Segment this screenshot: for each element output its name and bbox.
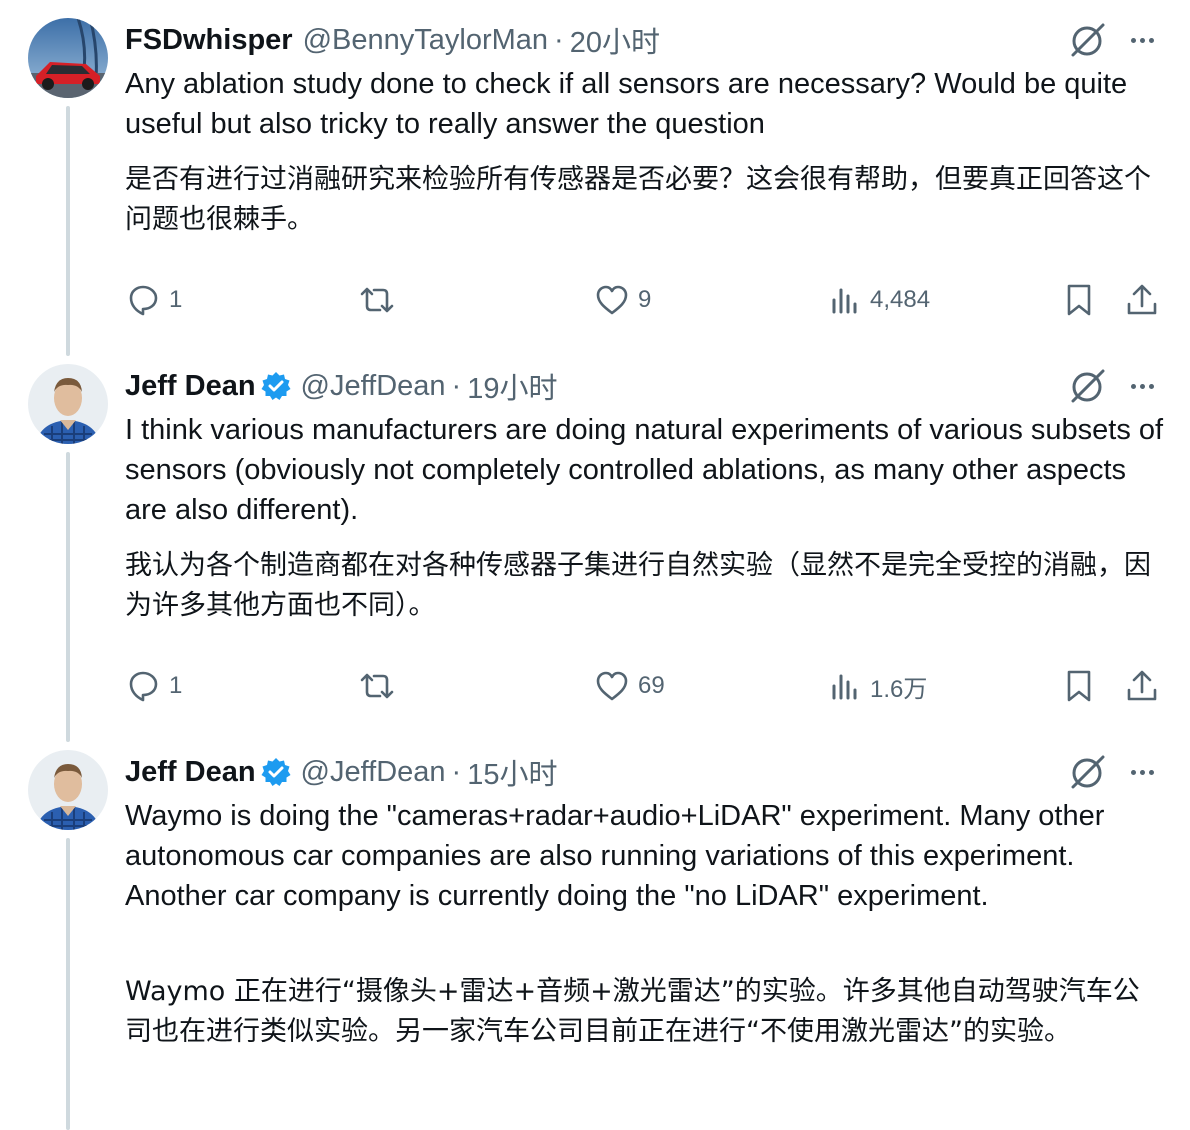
- display-name[interactable]: Jeff Dean: [125, 370, 256, 403]
- tweet-header: Jeff Dean @JeffDean · 15小时: [125, 752, 557, 792]
- separator: ·: [451, 369, 462, 402]
- like-count: 9: [638, 286, 652, 313]
- bookmark-icon: [1067, 284, 1091, 316]
- bookmark-button[interactable]: [1064, 666, 1094, 706]
- timestamp[interactable]: 19小时: [467, 365, 557, 407]
- share-icon: [1127, 284, 1157, 315]
- bookmark-button[interactable]: [1064, 280, 1094, 320]
- reply-count: 1: [169, 672, 183, 699]
- grok-icon[interactable]: [1068, 20, 1108, 60]
- views-count: 4,484: [870, 286, 931, 313]
- user-handle[interactable]: @BennyTaylorMan: [303, 24, 548, 57]
- avatar[interactable]: [28, 750, 108, 830]
- share-icon: [1127, 670, 1157, 701]
- reply-icon: [129, 285, 158, 316]
- separator: ·: [451, 755, 462, 788]
- share-button[interactable]: [1124, 666, 1160, 706]
- verified-badge-icon: [261, 758, 291, 786]
- tweet-actions: 1 9 4,484: [0, 280, 1190, 320]
- display-name[interactable]: Jeff Dean: [125, 756, 256, 789]
- like-icon: [596, 285, 628, 315]
- translated-text: Waymo 正在进行“摄像头+雷达+音频+激光雷达”的实验。许多其他自动驾驶汽车…: [125, 976, 1140, 1047]
- bookmark-icon: [1067, 670, 1091, 702]
- grok-icon[interactable]: [1068, 752, 1108, 792]
- reply-button[interactable]: 1: [125, 280, 182, 320]
- views-button[interactable]: 1.6万: [830, 666, 927, 706]
- views-icon: [832, 674, 857, 700]
- tweet-text: I think various manufacturers are doing …: [125, 414, 1164, 526]
- user-handle[interactable]: @JeffDean: [301, 756, 446, 789]
- verified-badge-icon: [261, 372, 291, 400]
- retweet-button[interactable]: [358, 666, 396, 706]
- separator: ·: [554, 23, 564, 56]
- like-count: 69: [638, 672, 665, 699]
- avatar[interactable]: [28, 18, 108, 98]
- tweet-text: Any ablation study done to check if all …: [125, 68, 1128, 140]
- timestamp[interactable]: 20小时: [570, 19, 660, 61]
- grok-icon[interactable]: [1068, 366, 1108, 406]
- views-count: 1.6万: [870, 675, 928, 703]
- views-button[interactable]: 4,484: [830, 280, 930, 320]
- like-button[interactable]: 69: [594, 666, 665, 706]
- like-button[interactable]: 9: [594, 280, 651, 320]
- more-icon[interactable]: [1124, 752, 1160, 792]
- more-icon[interactable]: [1124, 20, 1160, 60]
- like-icon: [596, 671, 628, 701]
- retweet-button[interactable]: [358, 280, 396, 320]
- thread-line: [66, 838, 70, 1130]
- views-icon: [832, 288, 857, 314]
- reply-count: 1: [169, 286, 183, 313]
- tweet-actions: 1 69 1.6万: [0, 666, 1190, 706]
- reply-button[interactable]: 1: [125, 666, 182, 706]
- more-icon[interactable]: [1124, 366, 1160, 406]
- user-handle[interactable]: @JeffDean: [301, 370, 446, 403]
- tweet-header: FSDwhisper @BennyTaylorMan · 20小时: [125, 20, 660, 60]
- translated-text: 是否有进行过消融研究来检验所有传感器是否必要？这会很有帮助，但要真正回答这个问题…: [125, 164, 1151, 235]
- share-button[interactable]: [1124, 280, 1160, 320]
- retweet-icon: [360, 673, 394, 699]
- avatar[interactable]: [28, 364, 108, 444]
- timestamp[interactable]: 15小时: [467, 751, 557, 793]
- reply-icon: [129, 671, 158, 702]
- display-name[interactable]: FSDwhisper: [125, 24, 293, 57]
- retweet-icon: [360, 287, 394, 313]
- translated-text: 我认为各个制造商都在对各种传感器子集进行自然实验（显然不是完全受控的消融，因为许…: [125, 550, 1151, 621]
- tweet-header: Jeff Dean @JeffDean · 19小时: [125, 366, 557, 406]
- tweet-text: Waymo is doing the "cameras+radar+audio+…: [125, 800, 1105, 912]
